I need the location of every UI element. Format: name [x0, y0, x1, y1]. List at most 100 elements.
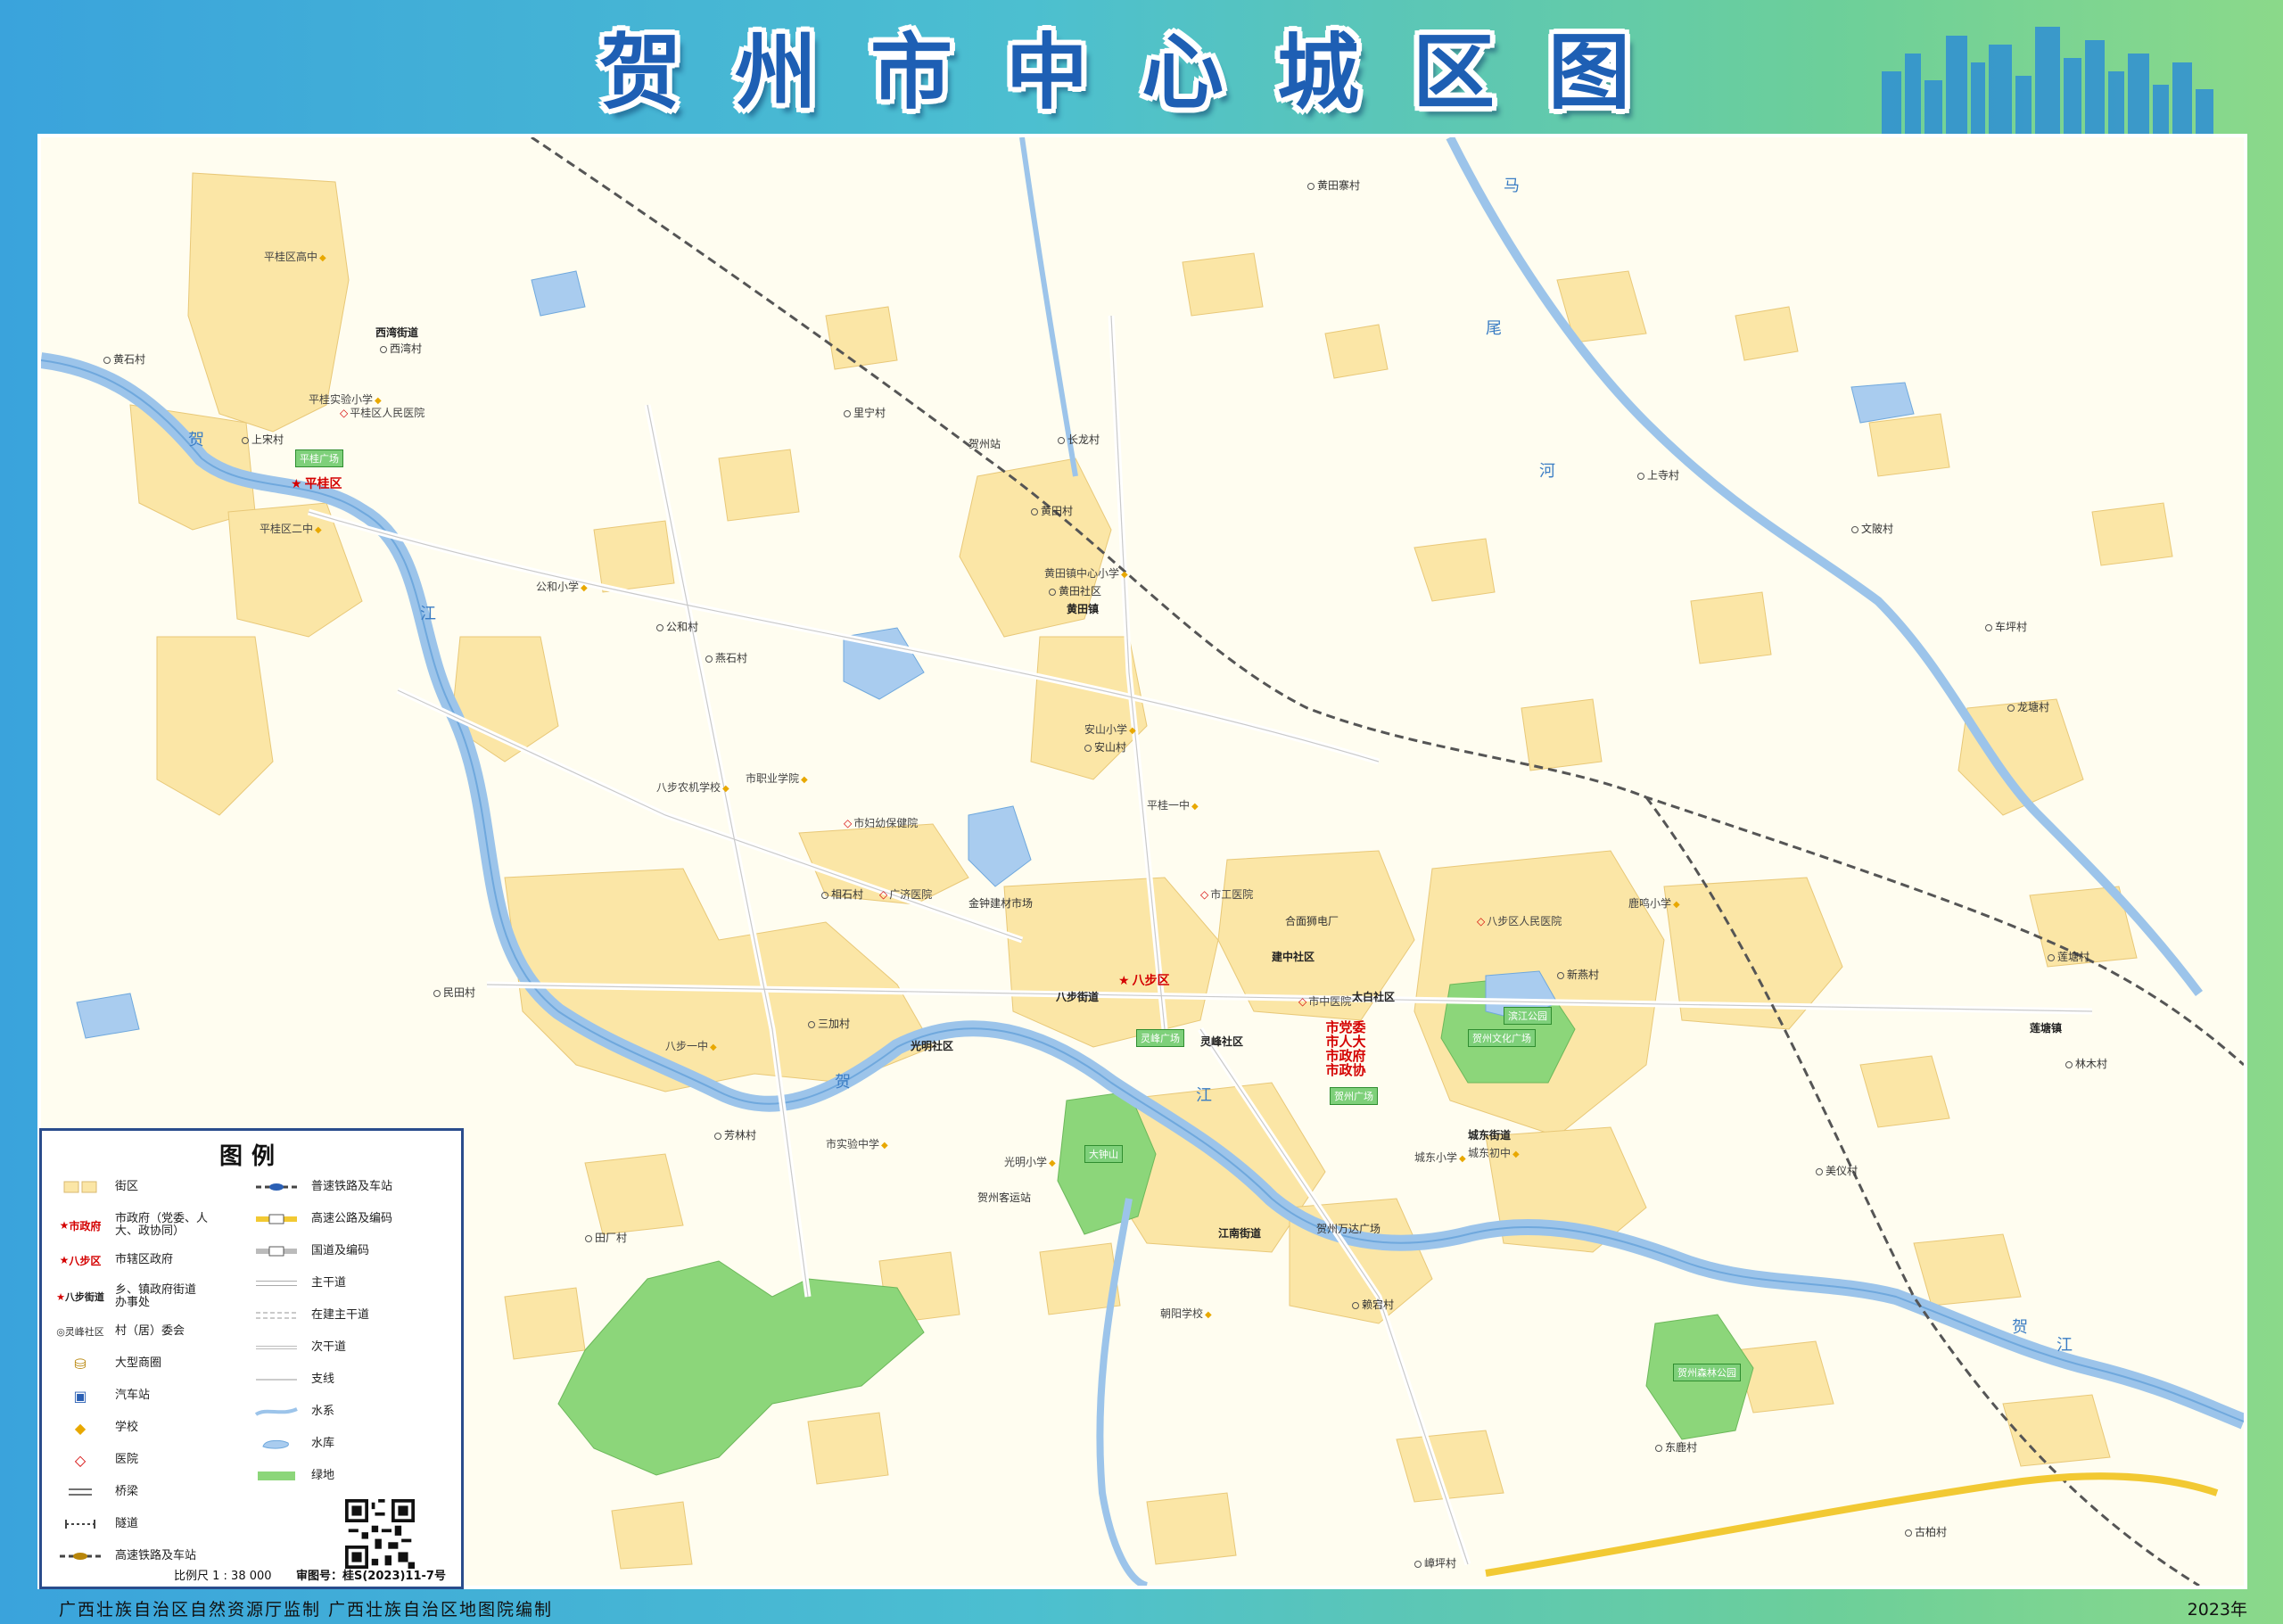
- school-chaoyang[interactable]: 朝阳学校: [1160, 1306, 1212, 1321]
- village-gubai[interactable]: 古柏村: [1905, 1524, 1947, 1539]
- village-zhangping[interactable]: 嶂坪村: [1414, 1555, 1456, 1570]
- school-chengdong-mid[interactable]: 城东初中: [1468, 1145, 1520, 1160]
- school-pinggui-high[interactable]: 平桂区高中: [264, 249, 326, 264]
- legend-row-districtgov: ★ 八步区 市辖区政府: [51, 1249, 173, 1272]
- school-city-exp[interactable]: 市实验中学: [826, 1136, 888, 1151]
- legend-row-mall: ⛁ 大型商圈: [51, 1352, 161, 1375]
- hospital-pinggui[interactable]: 平桂区人民医院: [340, 405, 424, 420]
- hospital-tcm[interactable]: 市中医院: [1298, 993, 1351, 1009]
- park-lingfeng[interactable]: 灵峰广场: [1136, 1029, 1184, 1047]
- urban-block-icon: [51, 1177, 110, 1197]
- school-pinggui-2[interactable]: 平桂区二中: [260, 521, 322, 536]
- street-babu[interactable]: 八步街道: [1056, 989, 1099, 1004]
- village-lining[interactable]: 里宁村: [844, 405, 886, 420]
- park-pinggui-square[interactable]: 平桂广场: [295, 449, 343, 467]
- river-icon: [247, 1402, 306, 1422]
- legend-row-mainroad: 主干道: [247, 1272, 346, 1295]
- gov-babu[interactable]: 八步区: [1118, 971, 1170, 989]
- school-anshan[interactable]: 安山小学: [1084, 721, 1136, 737]
- river-label-river: 河: [1539, 462, 1555, 481]
- village-linmu[interactable]: 林木村: [2065, 1056, 2107, 1071]
- legend-row-streetgov: ★ 八步街道 乡、镇政府街道办事处: [51, 1279, 204, 1315]
- village-gonghe[interactable]: 公和村: [656, 619, 698, 634]
- legend-title: 图例: [218, 1143, 284, 1170]
- publication-year: 2023年: [2187, 1600, 2247, 1620]
- station-bus[interactable]: 贺州客运站: [977, 1190, 1031, 1205]
- school-luming[interactable]: 鹿鸣小学: [1628, 895, 1680, 911]
- mall-icon: ⛁: [74, 1355, 87, 1373]
- village-liantang[interactable]: 莲塘村: [2048, 949, 2089, 964]
- village-yanshi[interactable]: 燕石村: [705, 650, 747, 665]
- school-pinggui-1[interactable]: 平桂一中: [1147, 797, 1199, 812]
- village-longtang[interactable]: 龙塘村: [2007, 699, 2049, 714]
- hospital-maternal[interactable]: 市妇幼保健院: [844, 815, 918, 830]
- expressway: [1485, 1472, 2219, 1577]
- park-binjiang[interactable]: 滨江公园: [1504, 1007, 1552, 1025]
- village-tianchang[interactable]: 田厂村: [585, 1230, 627, 1245]
- hospital-workers[interactable]: 市工医院: [1200, 886, 1253, 902]
- gov-city[interactable]: 市党委市人大市政府市政协: [1325, 1020, 1366, 1077]
- tributary-north: [1019, 137, 1078, 477]
- school-gonghe[interactable]: 公和小学: [536, 579, 588, 594]
- village-xiangshi[interactable]: 相石村: [821, 886, 863, 902]
- village-huangtianzhai[interactable]: 黄田寨村: [1307, 177, 1360, 193]
- village-anshan[interactable]: 安山村: [1084, 739, 1126, 754]
- street-liantang[interactable]: 莲塘镇: [2030, 1020, 2062, 1035]
- village-sanjia[interactable]: 三加村: [808, 1016, 850, 1031]
- hospital-guangji[interactable]: 广济医院: [879, 886, 932, 902]
- village-huangtian-community[interactable]: 黄田社区: [1049, 583, 1101, 598]
- river-label-wei: 尾: [1486, 319, 1502, 338]
- street-jiangnan[interactable]: 江南街道: [1218, 1225, 1261, 1241]
- street-guangming[interactable]: 光明社区: [911, 1038, 953, 1053]
- village-donglu[interactable]: 东鹿村: [1655, 1439, 1697, 1455]
- legend-row-green: 绿地: [247, 1464, 334, 1488]
- village-shangsong[interactable]: 上宋村: [242, 432, 284, 447]
- school-vocational[interactable]: 市职业学院: [746, 771, 808, 786]
- street-jianzhong[interactable]: 建中社区: [1272, 949, 1315, 964]
- street-xiwan[interactable]: 西湾街道: [375, 325, 418, 340]
- legend-row-expressway: 高速公路及编码: [247, 1208, 392, 1231]
- village-cheping[interactable]: 车坪村: [1985, 619, 2027, 634]
- village-changlong[interactable]: 长龙村: [1058, 432, 1100, 447]
- school-chengdong[interactable]: 城东小学: [1414, 1150, 1466, 1165]
- school-babu-agri[interactable]: 八步农机学校: [656, 779, 729, 795]
- village-fanglin[interactable]: 芳林村: [714, 1127, 756, 1142]
- village-meiyi[interactable]: 美仪村: [1816, 1163, 1858, 1178]
- village-mintian[interactable]: 民田村: [433, 985, 475, 1000]
- park-dazhongshan[interactable]: 大钟山: [1084, 1145, 1123, 1163]
- title-band: 贺州市中心城区图: [0, 0, 2283, 134]
- landmark-jinzhong-market[interactable]: 金钟建材市场: [968, 895, 1033, 911]
- landmark-power-plant[interactable]: 合面狮电厂: [1285, 913, 1339, 928]
- village-xiwan[interactable]: 西湾村: [380, 341, 422, 356]
- school-icon: ◆: [74, 1419, 87, 1437]
- station-hezhou[interactable]: 贺州站: [968, 436, 1001, 451]
- reservoir-icon: [247, 1434, 306, 1454]
- school-huangtian[interactable]: 黄田镇中心小学: [1044, 565, 1128, 581]
- street-chengdong[interactable]: 城东街道: [1468, 1127, 1511, 1142]
- street-taibai[interactable]: 太白社区: [1352, 989, 1395, 1004]
- hospital-babu[interactable]: 八步区人民医院: [1477, 913, 1562, 928]
- park-culture-square[interactable]: 贺州文化广场: [1468, 1029, 1536, 1047]
- river-label-he-1: 贺: [188, 431, 204, 449]
- village-xinyan[interactable]: 新燕村: [1557, 967, 1599, 982]
- legend-row-rail: 普速铁路及车站: [247, 1175, 392, 1199]
- legend-row-block: 街区: [51, 1175, 138, 1199]
- qr-code-icon[interactable]: [345, 1499, 415, 1569]
- legend-row-tunnel: 隧道: [51, 1513, 138, 1536]
- gov-pinggui[interactable]: 平桂区: [291, 474, 342, 492]
- landmark-wanda[interactable]: 贺州万达广场: [1316, 1221, 1381, 1236]
- park-forest[interactable]: 贺州森林公园: [1673, 1364, 1741, 1381]
- school-guangming[interactable]: 光明小学: [1004, 1154, 1056, 1169]
- street-huangtian[interactable]: 黄田镇: [1067, 601, 1099, 616]
- bridge-icon: [51, 1482, 110, 1502]
- village-huangtian[interactable]: 黄田村: [1031, 503, 1073, 518]
- city-gov-star-icon: ★ 市政府: [59, 1219, 102, 1232]
- hospital-icon: ◇: [74, 1451, 87, 1469]
- village-wenpi[interactable]: 文陂村: [1851, 521, 1893, 536]
- village-shangsi[interactable]: 上寺村: [1637, 467, 1679, 482]
- school-babu-1[interactable]: 八步一中: [665, 1038, 717, 1053]
- park-hezhou-square[interactable]: 贺州广场: [1330, 1087, 1378, 1105]
- village-laidang[interactable]: 赖宕村: [1352, 1297, 1394, 1312]
- village-huangshi[interactable]: 黄石村: [103, 351, 145, 367]
- street-lingfeng[interactable]: 灵峰社区: [1200, 1034, 1243, 1049]
